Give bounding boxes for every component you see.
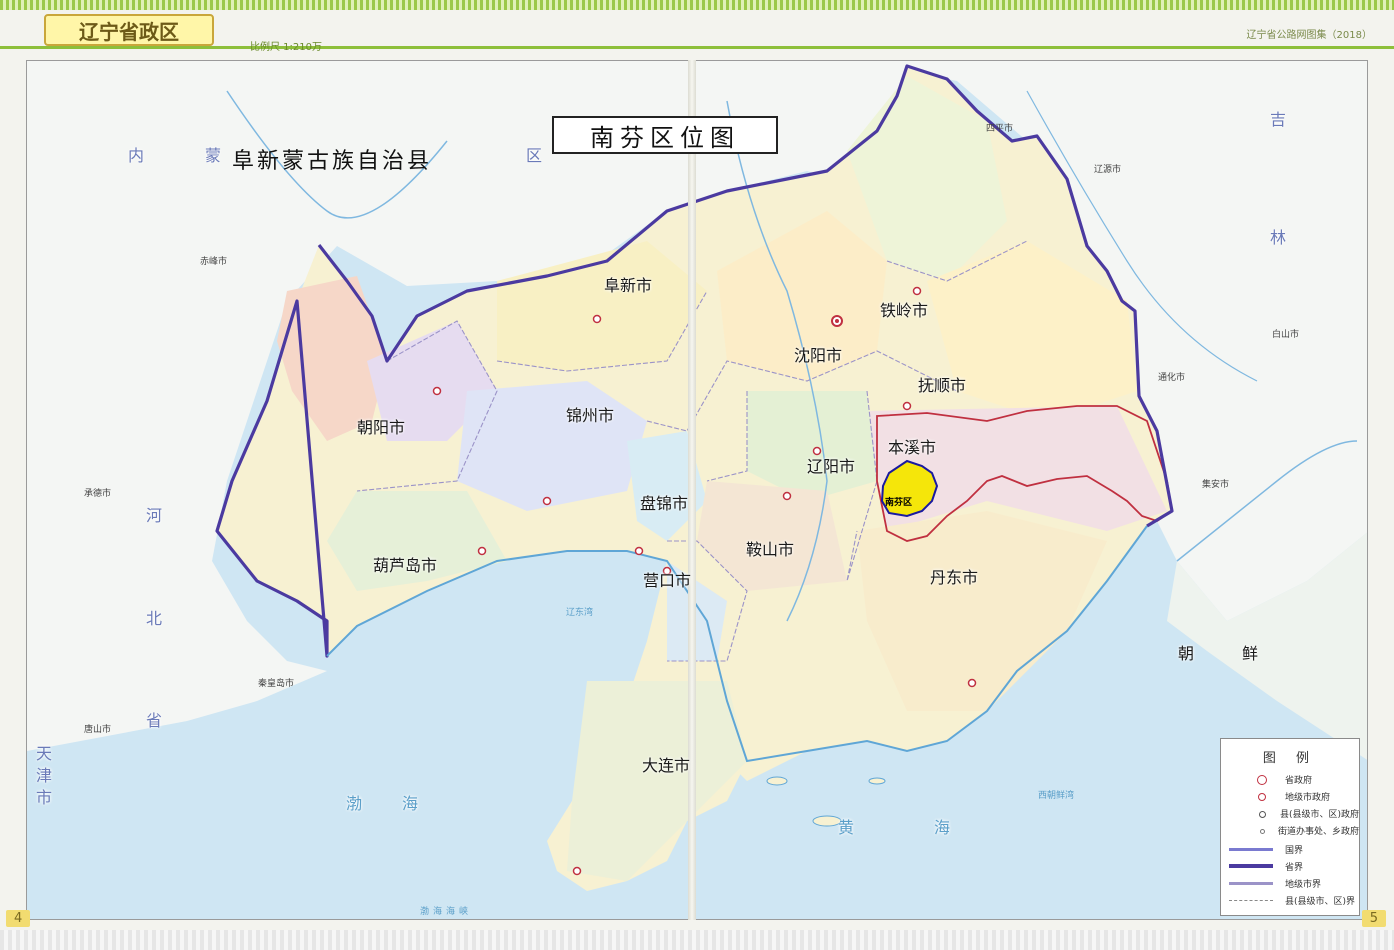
header-divider: [0, 46, 1394, 49]
legend-item-county-border: 县(县级市、区)界: [1221, 892, 1359, 908]
map-scale: 比例尺 1:210万: [250, 42, 322, 53]
city-label-panjin: 盘锦市: [640, 494, 689, 513]
place-baishan: 白山市: [1272, 330, 1300, 340]
inner-mongolia-char-3: 区: [526, 146, 543, 165]
place-tangshan: 唐山市: [84, 725, 112, 735]
jilin-char-2: 林: [1270, 228, 1287, 247]
city-label-huludao: 葫芦岛市: [373, 556, 438, 575]
city-label-shenyang: 沈阳市: [794, 346, 843, 365]
place-jian: 集安市: [1202, 480, 1230, 490]
legend-item-county-gov: 县(县级市、区)政府: [1221, 805, 1359, 821]
place-qinhuangdao: 秦皇岛市: [258, 679, 295, 689]
inner-mongolia-char-1: 内: [128, 146, 145, 165]
place-liaoyuan: 辽源市: [1094, 165, 1122, 175]
place-chengde: 承德市: [84, 489, 112, 499]
city-label-fushun: 抚顺市: [918, 376, 967, 395]
hebei-char-1: 河: [146, 506, 163, 525]
map-title: 南芬区位图: [552, 116, 778, 154]
sea-bohai: 渤海: [346, 794, 459, 813]
page-number-left: 4: [6, 910, 31, 927]
bottom-decorative-band: [0, 930, 1394, 950]
place-tonghua: 通化市: [1158, 373, 1186, 383]
tianjin-char-1: 天: [36, 744, 53, 763]
page-gutter: [688, 60, 696, 920]
map-legend: 图 例 省政府 地级市政府 县(县级市、区)政府 街道办事处、乡政府 国界 省界…: [1220, 738, 1360, 916]
sea-bohai-strait: 渤海海峡: [420, 907, 473, 917]
city-label-chaoyang: 朝阳市: [357, 418, 406, 437]
city-label-jinzhou: 锦州市: [566, 406, 615, 425]
jilin-char-1: 吉: [1270, 110, 1287, 129]
legend-item-national-border: 国界: [1221, 841, 1359, 857]
nanfen-label: 南芬区: [885, 498, 913, 508]
page-number-right: 5: [1361, 910, 1386, 927]
inner-mongolia-char-2: 蒙: [205, 146, 222, 165]
map-svg: [27, 61, 1367, 919]
city-label-dalian: 大连市: [642, 756, 691, 775]
island: [812, 815, 842, 827]
island: [766, 776, 788, 786]
legend-item-prefecture-border: 地级市界: [1221, 875, 1359, 891]
korea-char-2: 鲜: [1242, 644, 1259, 663]
city-label-tieling: 铁岭市: [880, 301, 929, 320]
atlas-series-title: 辽宁省公路网图集（2018）: [1246, 30, 1372, 41]
autonomous-county-label: 阜新蒙古族自治县: [232, 149, 433, 174]
legend-item-township: 街道办事处、乡政府: [1221, 822, 1359, 838]
place-siping: 四平市: [986, 124, 1014, 134]
legend-title: 图 例: [1262, 751, 1318, 766]
legend-item-prefecture-gov: 地级市政府: [1221, 788, 1359, 804]
sea-huanghai: 黄海: [838, 818, 1031, 837]
hebei-char-3: 省: [146, 711, 163, 730]
hebei-char-2: 北: [146, 609, 163, 628]
island: [868, 777, 886, 785]
atlas-page-title: 辽宁省政区: [44, 14, 214, 46]
place-chifeng: 赤峰市: [200, 257, 228, 267]
city-label-yingkou: 营口市: [643, 571, 692, 590]
tianjin-char-3: 市: [36, 788, 53, 807]
sea-west-korea-bay: 西朝鲜湾: [1038, 791, 1075, 801]
city-label-fuxin: 阜新市: [604, 276, 653, 295]
top-decorative-band: [0, 0, 1394, 10]
city-label-anshan: 鞍山市: [746, 540, 795, 559]
map-area: [26, 60, 1368, 920]
city-label-dandong: 丹东市: [930, 568, 979, 587]
legend-item-province-gov: 省政府: [1221, 771, 1359, 787]
city-label-benxi: 本溪市: [888, 438, 937, 457]
city-label-liaoyang: 辽阳市: [807, 457, 856, 476]
tianjin-char-2: 津: [36, 766, 53, 785]
korea-char-1: 朝: [1178, 644, 1195, 663]
legend-item-province-border: 省界: [1221, 858, 1359, 874]
sea-liaodong-bay: 辽东湾: [566, 608, 594, 618]
